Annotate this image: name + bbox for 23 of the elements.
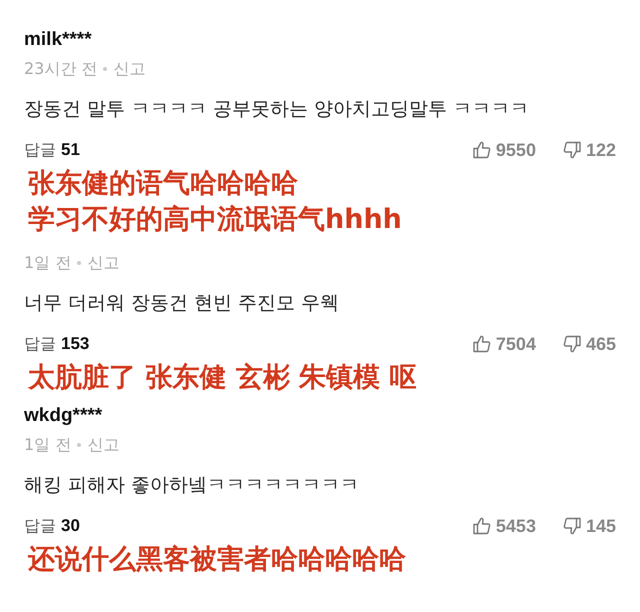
dislike-count: 465 [586, 333, 616, 356]
username[interactable]: wkdg**** [24, 404, 102, 428]
comment-text: 너무 더러워 장동건 현빈 주진모 우웩 [24, 291, 340, 316]
thumbs-up-icon[interactable] [472, 140, 492, 160]
reply-link[interactable]: 답글 153 [24, 332, 90, 356]
dislike-count: 122 [586, 139, 616, 162]
thumbs-up-icon[interactable] [472, 334, 492, 354]
thumbs-down-icon[interactable] [562, 334, 582, 354]
comment-time: 1일 전 [24, 434, 72, 456]
comment-time: 1일 전 [24, 252, 72, 274]
like-count: 5453 [496, 515, 536, 538]
comment-time: 23시간 전 [24, 58, 98, 80]
like-count: 9550 [496, 139, 536, 162]
username[interactable]: milk**** [24, 28, 92, 52]
reply-link[interactable]: 답글 51 [24, 138, 80, 162]
comment-text: 장동건 말투 ㅋㅋㅋㅋ 공부못하는 양아치고딩말투 ㅋㅋㅋㅋ [24, 97, 530, 122]
comment-text: 해킹 피해자 좋아하넼ㅋㅋㅋㅋㅋㅋㅋㅋ [24, 473, 360, 498]
thumbs-up-icon[interactable] [472, 516, 492, 536]
dislike-count: 145 [586, 515, 616, 538]
thumbs-down-icon[interactable] [562, 516, 582, 536]
like-count: 7504 [496, 333, 536, 356]
reply-link[interactable]: 답글 30 [24, 514, 80, 538]
thumbs-down-icon[interactable] [562, 140, 582, 160]
